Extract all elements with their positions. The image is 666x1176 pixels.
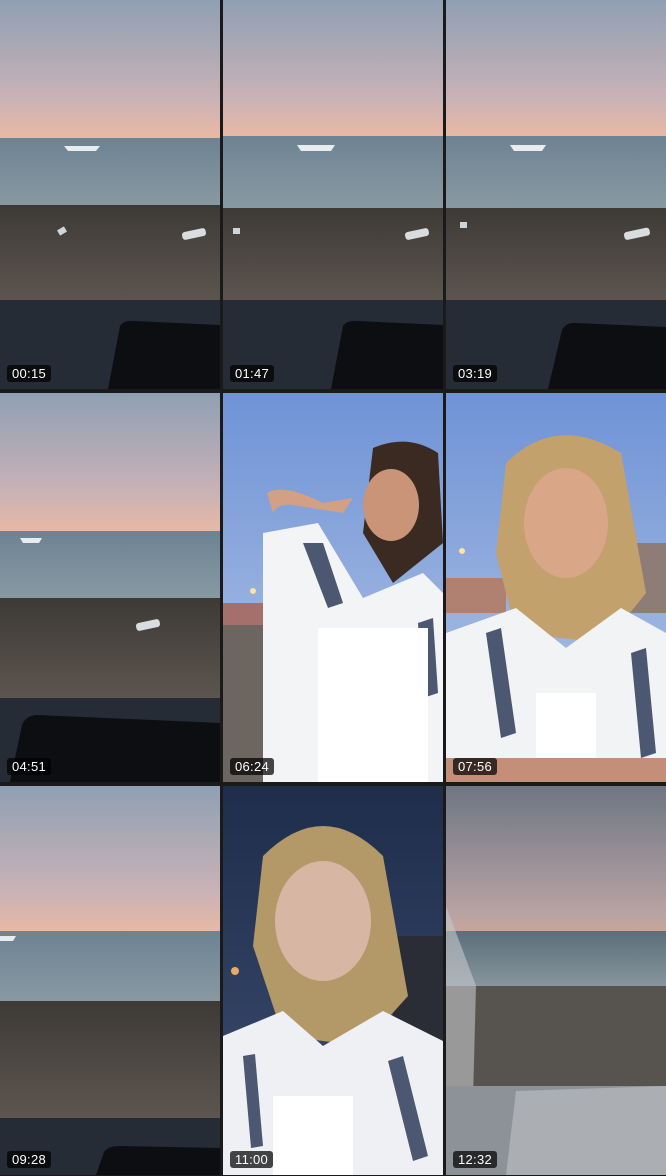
timestamp-badge: 09:28: [7, 1151, 52, 1168]
timestamp-badge: 03:19: [453, 365, 498, 382]
video-thumbnail[interactable]: 06:24: [223, 393, 443, 782]
beach-scene-image: [0, 393, 220, 782]
video-thumbnail[interactable]: 09:28: [0, 786, 220, 1175]
video-thumbnail[interactable]: 04:51: [0, 393, 220, 782]
beach-scene-image: [0, 786, 220, 1175]
timestamp-badge: 01:47: [230, 365, 275, 382]
video-thumbnail[interactable]: 01:47: [223, 0, 443, 389]
selfie-scene-image: [446, 393, 666, 782]
video-thumbnail[interactable]: 11:00: [223, 786, 443, 1175]
beach-scene-image: [446, 0, 666, 389]
timestamp-badge: 11:00: [230, 1151, 274, 1168]
selfie-scene-image: [223, 393, 443, 782]
video-thumbnail[interactable]: 03:19: [446, 0, 666, 389]
beach-scene-image: [446, 786, 666, 1175]
selfie-scene-image: [223, 786, 443, 1175]
beach-scene-image: [223, 0, 443, 389]
timestamp-badge: 12:32: [453, 1151, 498, 1168]
video-thumbnail[interactable]: 12:32: [446, 786, 666, 1175]
video-thumbnail[interactable]: 07:56: [446, 393, 666, 782]
timestamp-badge: 04:51: [7, 758, 52, 775]
video-thumbnail[interactable]: 00:15: [0, 0, 220, 389]
beach-scene-image: [0, 0, 220, 389]
thumbnail-grid: 00:15 01:47 03:19 04:51 06:24 07:56 09:2…: [0, 0, 666, 1176]
timestamp-badge: 00:15: [7, 365, 52, 382]
timestamp-badge: 07:56: [453, 758, 498, 775]
timestamp-badge: 06:24: [230, 758, 275, 775]
